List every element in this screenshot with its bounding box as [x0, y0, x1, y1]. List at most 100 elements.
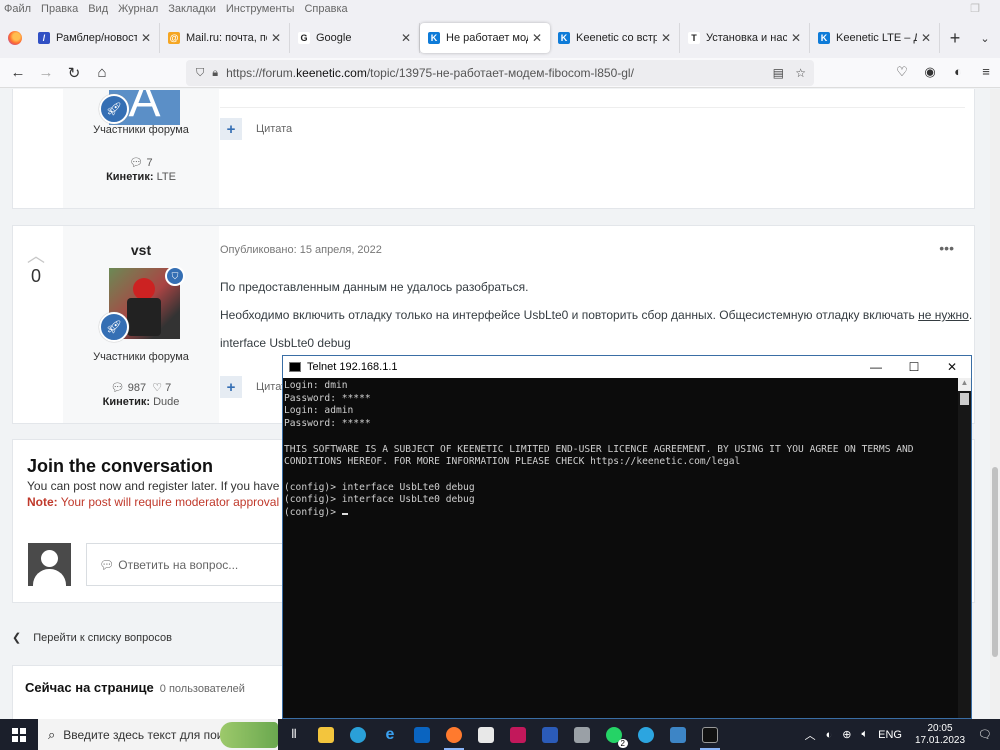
kinetic-model: Кинетик: LTE: [106, 171, 176, 183]
member-role: Участники форума: [93, 124, 189, 136]
bookmark-star-icon[interactable]: ☆: [795, 66, 806, 80]
menu-item[interactable]: Файл: [4, 3, 31, 15]
close-tab-icon[interactable]: ✕: [271, 31, 281, 45]
menu-item[interactable]: Вид: [88, 3, 108, 15]
list-tabs-button[interactable]: ⌄: [970, 32, 1000, 45]
browser-tab[interactable]: K Keenetic LTE – Диагностика ✕: [810, 23, 940, 53]
menu-item[interactable]: Инструменты: [226, 3, 295, 15]
extension-globe-icon[interactable]: ◉: [916, 64, 944, 80]
volume-icon[interactable]: 🔈︎: [862, 728, 869, 741]
taskbar-search[interactable]: ⌕ Введите здесь текст для поиска: [38, 719, 278, 750]
store-icon[interactable]: [470, 719, 502, 750]
back-button[interactable]: ←: [4, 64, 32, 81]
favicon-icon: K: [558, 32, 570, 44]
firefox-taskbar-icon[interactable]: [438, 719, 470, 750]
browser-tab[interactable]: K Keenetic со встроенным ✕: [550, 23, 680, 53]
terminal-scrollbar[interactable]: ▲: [958, 378, 971, 718]
terminal-line: THIS SOFTWARE IS A SUBJECT OF KEENETIC L…: [284, 443, 914, 455]
ie-icon[interactable]: e: [374, 719, 406, 750]
tab-title: Не работает модем Fibocom: [446, 32, 528, 44]
join-note: Note: Your post will require moderator a…: [27, 495, 290, 509]
edge-icon[interactable]: [342, 719, 374, 750]
word-icon[interactable]: [534, 719, 566, 750]
extension-icon[interactable]: ◐: [944, 64, 972, 80]
browser-tab[interactable]: T Установка и настройка ✕: [680, 23, 810, 53]
close-tab-icon[interactable]: ✕: [532, 31, 542, 45]
minimize-button[interactable]: —: [857, 356, 895, 378]
pocket-icon[interactable]: ♡: [888, 64, 916, 80]
terminal-cursor: [341, 513, 348, 515]
post-card-1: A 🚀︎ Участники форума 💬︎ 7 Кинетик: LTE …: [12, 89, 975, 209]
rocket-badge-icon: 🚀︎: [99, 94, 129, 124]
telnet-titlebar[interactable]: Telnet 192.168.1.1 — ☐ ✕: [283, 356, 971, 378]
cmd-taskbar-icon[interactable]: [694, 719, 726, 750]
page-scrollbar[interactable]: [990, 89, 1000, 719]
photos-icon[interactable]: [566, 719, 598, 750]
outlook-icon[interactable]: [406, 719, 438, 750]
close-tab-icon[interactable]: ✕: [921, 31, 931, 45]
close-tab-icon[interactable]: ✕: [401, 31, 411, 45]
telnet-window[interactable]: Telnet 192.168.1.1 — ☐ ✕ Login: dmin Pass…: [282, 355, 972, 719]
maximize-button[interactable]: ☐: [895, 356, 933, 378]
language-indicator[interactable]: ENG: [878, 729, 902, 741]
address-bar[interactable]: ⛉ 🔒︎ https://forum.keenetic.com/topic/13…: [186, 60, 814, 86]
menu-bar: Файл Правка Вид Журнал Закладки Инструменты Сп…: [0, 0, 1000, 18]
author-panel: vst ⛉ 🚀︎ Участники форума 💬︎ 987 ♡ 7 Кин…: [63, 226, 219, 423]
browser-tab[interactable]: K Не работает модем Fibocom ✕: [420, 23, 550, 53]
telegram-icon[interactable]: [630, 719, 662, 750]
start-button[interactable]: [0, 719, 38, 750]
back-to-questions-link[interactable]: ❮ Перейти к списку вопросов: [12, 631, 172, 644]
network-app-icon[interactable]: [662, 719, 694, 750]
post-paragraph: Необходимо включить отладку только на ин…: [220, 308, 973, 322]
lock-icon[interactable]: 🔒︎: [212, 67, 218, 80]
app-icon[interactable]: [502, 719, 534, 750]
terminal-line: (config)> interface UsbLte0 debug: [284, 494, 475, 506]
window-restore-icon[interactable]: ❐: [970, 2, 980, 15]
clock[interactable]: 20:05 17.01.2023: [915, 723, 965, 747]
reader-view-icon[interactable]: ▤: [773, 66, 784, 80]
post-options-icon[interactable]: •••: [939, 240, 954, 256]
upvote-icon[interactable]: ︿: [27, 242, 45, 268]
forward-button[interactable]: →: [32, 64, 60, 81]
menu-item[interactable]: Закладки: [168, 3, 216, 15]
terminal-line: (config)>: [284, 507, 957, 520]
terminal-output[interactable]: Login: dmin Password: ***** Login: admin Pa…: [283, 378, 958, 718]
notifications-icon[interactable]: 🗨︎: [978, 728, 992, 741]
comment-icon: 💬︎: [99, 557, 115, 572]
app-menu-icon[interactable]: ≡: [972, 64, 1000, 80]
reply-input[interactable]: 💬︎ Ответить на вопрос...: [86, 543, 286, 586]
firefox-menu-button[interactable]: [0, 18, 30, 58]
favicon-icon: K: [818, 32, 830, 44]
new-tab-button[interactable]: +: [940, 28, 970, 49]
member-role: Участники форума: [93, 351, 189, 363]
close-tab-icon[interactable]: ✕: [661, 31, 671, 45]
terminal-line: CONDITIONS HEREOF. FOR MORE INFORMATION …: [284, 456, 741, 468]
close-tab-icon[interactable]: ✕: [141, 31, 151, 45]
post-count: 💬︎ 7: [129, 157, 153, 169]
multiquote-button[interactable]: +: [220, 118, 242, 140]
menu-item[interactable]: Справка: [304, 3, 347, 15]
home-button[interactable]: ⌂: [88, 64, 116, 81]
whatsapp-icon[interactable]: 2: [598, 719, 630, 750]
network-globe-icon[interactable]: ⊕: [842, 728, 851, 741]
tray-app-icon[interactable]: ◐: [826, 729, 833, 741]
console-icon: [289, 362, 301, 372]
shield-icon[interactable]: ⛉: [196, 67, 204, 80]
quote-button[interactable]: Цитата: [256, 123, 292, 135]
menu-item[interactable]: Правка: [41, 3, 78, 15]
browser-tab[interactable]: G Google ✕: [290, 23, 420, 53]
file-explorer-icon[interactable]: [310, 719, 342, 750]
multiquote-button[interactable]: +: [220, 376, 242, 398]
close-button[interactable]: ✕: [933, 356, 971, 378]
reload-button[interactable]: ↻: [60, 64, 88, 82]
favicon-icon: /: [38, 32, 50, 44]
task-view-icon[interactable]: ⫴: [278, 719, 310, 750]
menu-item[interactable]: Журнал: [118, 3, 158, 15]
tab-bar: / Рамблер/новости, почта ✕ @ Mail.ru: почта,…: [0, 18, 1000, 58]
close-tab-icon[interactable]: ✕: [791, 31, 801, 45]
browser-tab[interactable]: / Рамблер/новости, почта ✕: [30, 23, 160, 53]
author-name[interactable]: vst: [63, 242, 219, 258]
tray-chevron-icon[interactable]: ︿: [805, 727, 816, 743]
tab-title: Mail.ru: почта, поиск: [186, 32, 267, 44]
browser-tab[interactable]: @ Mail.ru: почта, поиск ✕: [160, 23, 290, 53]
